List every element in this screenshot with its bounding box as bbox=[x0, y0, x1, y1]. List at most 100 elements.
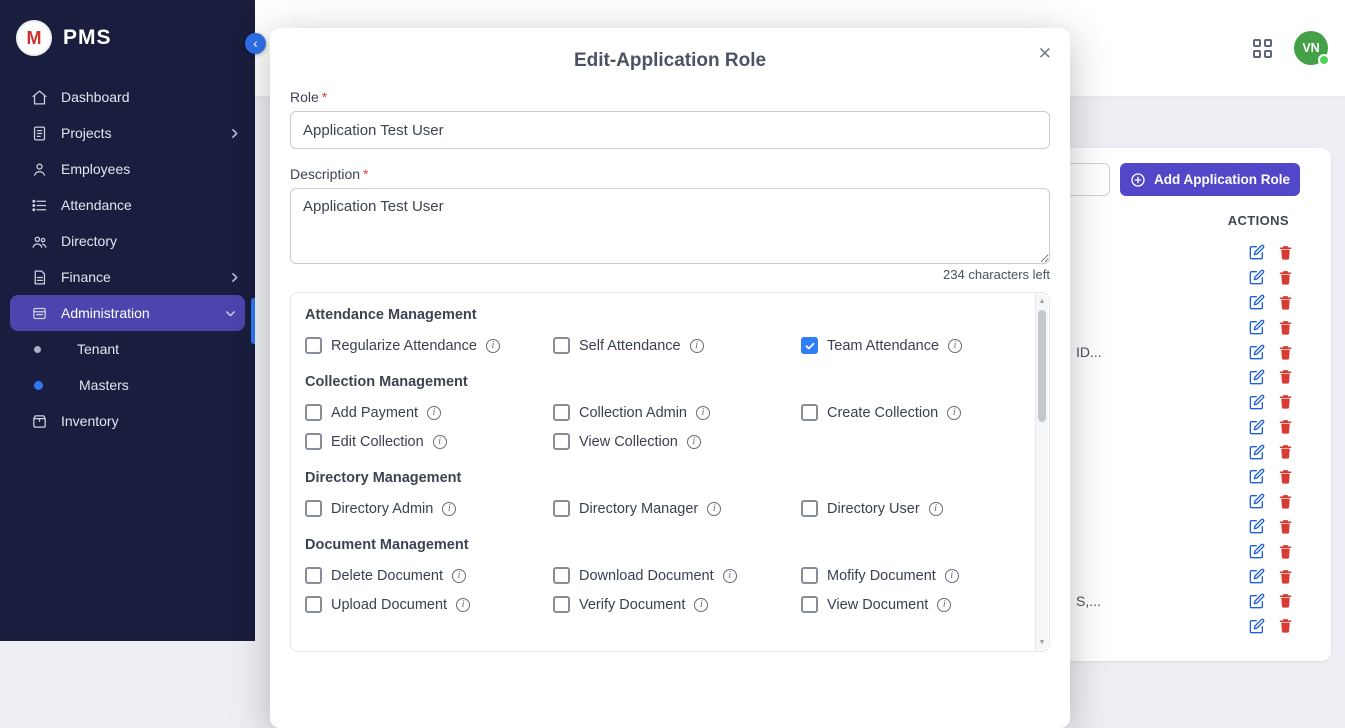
delete-icon[interactable] bbox=[1277, 244, 1294, 261]
sidebar-item-projects[interactable]: Projects bbox=[0, 115, 255, 151]
sidebar-subitem-tenant[interactable]: Tenant bbox=[0, 331, 255, 367]
checkbox[interactable] bbox=[801, 596, 818, 613]
checkbox[interactable] bbox=[305, 596, 322, 613]
info-icon[interactable]: i bbox=[694, 598, 708, 612]
delete-icon[interactable] bbox=[1277, 368, 1294, 385]
apps-grid-icon[interactable] bbox=[1253, 39, 1273, 59]
close-icon[interactable]: ✕ bbox=[1038, 44, 1052, 64]
permission-option: Add Payment i bbox=[305, 404, 553, 421]
info-icon[interactable]: i bbox=[486, 339, 500, 353]
info-icon[interactable]: i bbox=[947, 406, 961, 420]
info-icon[interactable]: i bbox=[427, 406, 441, 420]
checkbox[interactable] bbox=[801, 337, 818, 354]
edit-icon[interactable] bbox=[1249, 493, 1265, 509]
permission-label: Self Attendance bbox=[579, 338, 681, 354]
table-row bbox=[1072, 439, 1294, 464]
delete-icon[interactable] bbox=[1277, 393, 1294, 410]
sidebar-item-attendance[interactable]: Attendance bbox=[0, 187, 255, 223]
table-row bbox=[1072, 464, 1294, 489]
info-icon[interactable]: i bbox=[690, 339, 704, 353]
description-field-label: Description* bbox=[290, 166, 1050, 182]
permission-label: Add Payment bbox=[331, 405, 418, 421]
edit-icon[interactable] bbox=[1249, 419, 1265, 435]
delete-icon[interactable] bbox=[1277, 269, 1294, 286]
delete-icon[interactable] bbox=[1277, 617, 1294, 634]
add-application-role-button[interactable]: Add Application Role bbox=[1120, 163, 1300, 196]
delete-icon[interactable] bbox=[1277, 592, 1294, 609]
sidebar-item-finance[interactable]: Finance bbox=[0, 259, 255, 295]
delete-icon[interactable] bbox=[1277, 518, 1294, 535]
checkbox[interactable] bbox=[801, 500, 818, 517]
edit-icon[interactable] bbox=[1249, 369, 1265, 385]
scroll-down-icon[interactable]: ▼ bbox=[1036, 639, 1048, 646]
logo-letter: M bbox=[27, 28, 42, 49]
edit-icon[interactable] bbox=[1249, 269, 1265, 285]
permission-label: Mofify Document bbox=[827, 568, 936, 584]
table-row bbox=[1072, 414, 1294, 439]
info-icon[interactable]: i bbox=[442, 502, 456, 516]
scrollbar-thumb[interactable] bbox=[1038, 310, 1046, 422]
info-icon[interactable]: i bbox=[687, 435, 701, 449]
edit-icon[interactable] bbox=[1249, 294, 1265, 310]
checkbox[interactable] bbox=[801, 567, 818, 584]
edit-icon[interactable] bbox=[1249, 244, 1265, 260]
delete-icon[interactable] bbox=[1277, 543, 1294, 560]
delete-icon[interactable] bbox=[1277, 493, 1294, 510]
edit-icon[interactable] bbox=[1249, 394, 1265, 410]
sidebar-collapse-button[interactable]: ‹ bbox=[245, 33, 266, 54]
info-icon[interactable]: i bbox=[433, 435, 447, 449]
edit-icon[interactable] bbox=[1249, 344, 1265, 360]
delete-icon[interactable] bbox=[1277, 443, 1294, 460]
delete-icon[interactable] bbox=[1277, 468, 1294, 485]
info-icon[interactable]: i bbox=[945, 569, 959, 583]
info-icon[interactable]: i bbox=[707, 502, 721, 516]
edit-icon[interactable] bbox=[1249, 468, 1265, 484]
admin-icon bbox=[31, 305, 48, 322]
sidebar-item-administration[interactable]: Administration bbox=[10, 295, 245, 331]
checkbox[interactable] bbox=[305, 500, 322, 517]
info-icon[interactable]: i bbox=[452, 569, 466, 583]
checkbox[interactable] bbox=[305, 567, 322, 584]
characters-left-counter: 234 characters left bbox=[290, 267, 1050, 282]
delete-icon[interactable] bbox=[1277, 418, 1294, 435]
edit-icon[interactable] bbox=[1249, 444, 1265, 460]
permission-option: Collection Admini bbox=[553, 404, 801, 421]
checkbox[interactable] bbox=[305, 337, 322, 354]
scrollbar[interactable]: ▲ ▼ bbox=[1035, 294, 1048, 650]
info-icon[interactable]: i bbox=[723, 569, 737, 583]
checkbox[interactable] bbox=[305, 404, 322, 421]
info-icon[interactable]: i bbox=[929, 502, 943, 516]
bullet-icon bbox=[34, 346, 41, 353]
checkbox[interactable] bbox=[553, 337, 570, 354]
scroll-up-icon[interactable]: ▲ bbox=[1036, 298, 1048, 305]
checkbox[interactable] bbox=[553, 567, 570, 584]
checkbox[interactable] bbox=[553, 500, 570, 517]
edit-icon[interactable] bbox=[1249, 319, 1265, 335]
sidebar-subitem-masters[interactable]: Masters bbox=[0, 367, 255, 403]
checkbox[interactable] bbox=[801, 404, 818, 421]
info-icon[interactable]: i bbox=[456, 598, 470, 612]
edit-icon[interactable] bbox=[1249, 543, 1265, 559]
sidebar-item-dashboard[interactable]: Dashboard bbox=[0, 79, 255, 115]
edit-icon[interactable] bbox=[1249, 593, 1265, 609]
sidebar-item-employees[interactable]: Employees bbox=[0, 151, 255, 187]
sidebar-item-directory[interactable]: Directory bbox=[0, 223, 255, 259]
delete-icon[interactable] bbox=[1277, 568, 1294, 585]
info-icon[interactable]: i bbox=[696, 406, 710, 420]
edit-icon[interactable] bbox=[1249, 518, 1265, 534]
checkbox[interactable] bbox=[553, 433, 570, 450]
sidebar-item-inventory[interactable]: Inventory bbox=[0, 403, 255, 439]
delete-icon[interactable] bbox=[1277, 294, 1294, 311]
delete-icon[interactable] bbox=[1277, 319, 1294, 336]
info-icon[interactable]: i bbox=[937, 598, 951, 612]
delete-icon[interactable] bbox=[1277, 344, 1294, 361]
checkbox[interactable] bbox=[305, 433, 322, 450]
description-textarea[interactable]: Application Test User bbox=[290, 188, 1050, 264]
table-row bbox=[1072, 539, 1294, 564]
role-input[interactable] bbox=[290, 111, 1050, 149]
edit-icon[interactable] bbox=[1249, 618, 1265, 634]
info-icon[interactable]: i bbox=[948, 339, 962, 353]
checkbox[interactable] bbox=[553, 404, 570, 421]
checkbox[interactable] bbox=[553, 596, 570, 613]
edit-icon[interactable] bbox=[1249, 568, 1265, 584]
